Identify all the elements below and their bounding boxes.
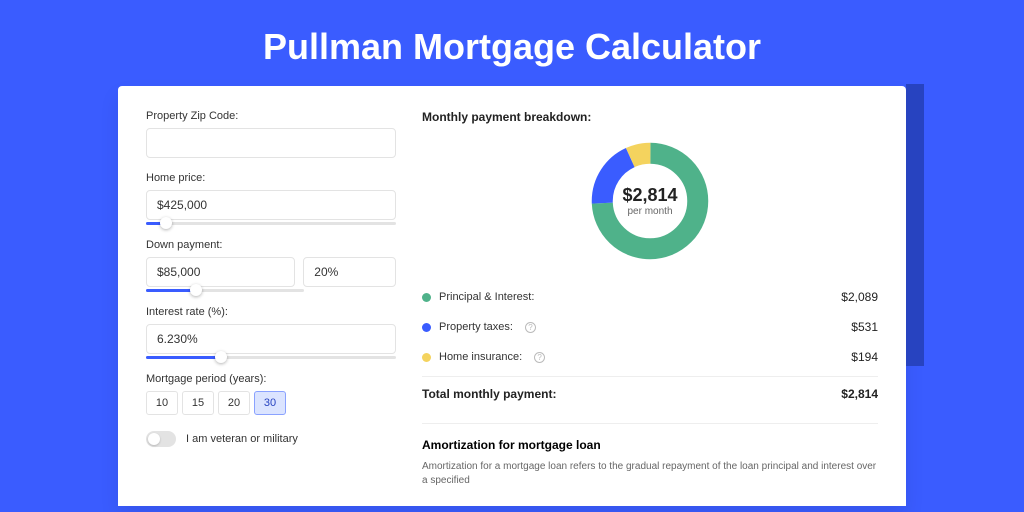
slider-fill bbox=[146, 289, 196, 292]
amortization-section: Amortization for mortgage loan Amortizat… bbox=[422, 423, 878, 488]
dot-icon bbox=[422, 293, 431, 302]
donut-center: $2,814 per month bbox=[622, 185, 677, 217]
amortization-text: Amortization for a mortgage loan refers … bbox=[422, 460, 878, 488]
period-btn-10[interactable]: 10 bbox=[146, 391, 178, 415]
legend-value: $194 bbox=[851, 350, 878, 364]
total-value: $2,814 bbox=[841, 387, 878, 401]
down-payment-pct-input[interactable] bbox=[303, 257, 396, 287]
period-label: Mortgage period (years): bbox=[146, 373, 396, 385]
home-price-input[interactable] bbox=[146, 190, 396, 220]
slider-fill bbox=[146, 356, 221, 359]
period-btn-15[interactable]: 15 bbox=[182, 391, 214, 415]
veteran-row: I am veteran or military bbox=[146, 431, 396, 447]
period-btn-20[interactable]: 20 bbox=[218, 391, 250, 415]
total-label: Total monthly payment: bbox=[422, 387, 556, 401]
down-payment-label: Down payment: bbox=[146, 239, 396, 251]
legend-label: Property taxes: bbox=[439, 321, 513, 333]
interest-input[interactable] bbox=[146, 324, 396, 354]
donut-sub: per month bbox=[622, 206, 677, 217]
interest-slider[interactable] bbox=[146, 356, 396, 359]
legend-label: Principal & Interest: bbox=[439, 291, 534, 303]
legend: Principal & Interest: $2,089 Property ta… bbox=[422, 282, 878, 401]
field-interest: Interest rate (%): bbox=[146, 306, 396, 359]
zip-label: Property Zip Code: bbox=[146, 110, 396, 122]
field-down-payment: Down payment: bbox=[146, 239, 396, 292]
total-row: Total monthly payment: $2,814 bbox=[422, 376, 878, 401]
legend-label: Home insurance: bbox=[439, 351, 522, 363]
legend-row-taxes: Property taxes: ? $531 bbox=[422, 312, 878, 342]
field-period: Mortgage period (years): 10 15 20 30 bbox=[146, 373, 396, 415]
info-icon[interactable]: ? bbox=[534, 352, 545, 363]
inputs-column: Property Zip Code: Home price: Down paym… bbox=[146, 110, 396, 506]
field-home-price: Home price: bbox=[146, 172, 396, 225]
legend-value: $531 bbox=[851, 320, 878, 334]
slider-thumb[interactable] bbox=[190, 284, 202, 296]
interest-label: Interest rate (%): bbox=[146, 306, 396, 318]
slider-thumb[interactable] bbox=[215, 351, 227, 363]
legend-row-insurance: Home insurance: ? $194 bbox=[422, 342, 878, 372]
period-btn-30[interactable]: 30 bbox=[254, 391, 286, 415]
dot-icon bbox=[422, 353, 431, 362]
donut-amount: $2,814 bbox=[622, 185, 677, 206]
down-payment-amount-input[interactable] bbox=[146, 257, 295, 287]
donut-chart: $2,814 per month bbox=[587, 138, 713, 264]
slider-thumb[interactable] bbox=[160, 217, 172, 229]
home-price-slider[interactable] bbox=[146, 222, 396, 225]
breakdown-column: Monthly payment breakdown: $2,814 per mo… bbox=[396, 110, 878, 506]
breakdown-title: Monthly payment breakdown: bbox=[422, 110, 878, 124]
field-zip: Property Zip Code: bbox=[146, 110, 396, 158]
dot-icon bbox=[422, 323, 431, 332]
amortization-title: Amortization for mortgage loan bbox=[422, 438, 878, 452]
info-icon[interactable]: ? bbox=[525, 322, 536, 333]
veteran-label: I am veteran or military bbox=[186, 433, 298, 445]
down-payment-slider[interactable] bbox=[146, 289, 304, 292]
donut-container: $2,814 per month bbox=[422, 134, 878, 282]
legend-value: $2,089 bbox=[841, 290, 878, 304]
home-price-label: Home price: bbox=[146, 172, 396, 184]
veteran-toggle[interactable] bbox=[146, 431, 176, 447]
period-options: 10 15 20 30 bbox=[146, 391, 396, 415]
zip-input[interactable] bbox=[146, 128, 396, 158]
page-title: Pullman Mortgage Calculator bbox=[0, 0, 1024, 86]
card-shadow bbox=[906, 84, 924, 366]
calculator-card: Property Zip Code: Home price: Down paym… bbox=[118, 86, 906, 506]
legend-row-principal: Principal & Interest: $2,089 bbox=[422, 282, 878, 312]
